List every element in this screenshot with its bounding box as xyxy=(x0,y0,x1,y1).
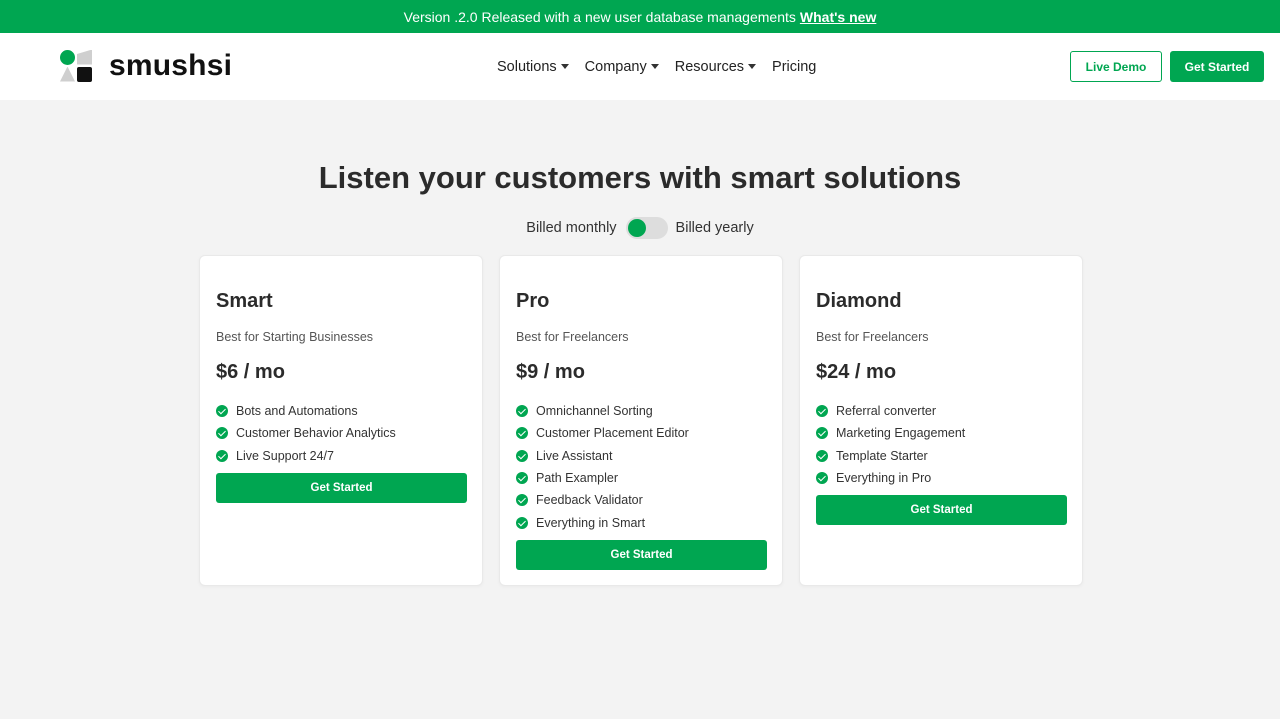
feature-item: Live Support 24/7 xyxy=(216,445,396,467)
caret-down-icon xyxy=(748,64,757,69)
feature-item: Everything in Smart xyxy=(516,511,689,533)
feature-item: Everything in Pro xyxy=(816,467,965,489)
plan-card-pro: Pro Best for Freelancers $9 / mo Omnicha… xyxy=(499,255,783,586)
nav-label: Solutions xyxy=(497,58,557,75)
feature-item: Referral converter xyxy=(816,400,965,422)
feature-label: Everything in Pro xyxy=(836,471,932,486)
plan-subtitle: Best for Freelancers xyxy=(816,330,929,344)
plan-price: $6 / mo xyxy=(216,361,285,383)
feature-label: Path Exampler xyxy=(536,471,618,486)
feature-item: Customer Behavior Analytics xyxy=(216,422,396,444)
plan-name: Pro xyxy=(516,290,550,312)
nav-label: Pricing xyxy=(772,58,817,75)
logo[interactable]: smushsi xyxy=(60,49,232,83)
brand-name: smushsi xyxy=(109,49,233,82)
feature-label: Omnichannel Sorting xyxy=(536,404,653,419)
toggle-knob xyxy=(627,219,646,237)
check-circle-icon xyxy=(816,427,828,440)
nav-pricing[interactable]: Pricing xyxy=(772,59,816,75)
plan-card-diamond: Diamond Best for Freelancers $24 / mo Re… xyxy=(799,255,1083,586)
feature-label: Live Support 24/7 xyxy=(236,448,334,463)
plan-price: $9 / mo xyxy=(516,361,585,383)
check-circle-icon xyxy=(516,427,528,440)
check-circle-icon xyxy=(516,405,528,418)
feature-label: Customer Behavior Analytics xyxy=(236,426,396,441)
pro-get-started-button[interactable]: Get Started xyxy=(516,540,767,570)
feature-item: Bots and Automations xyxy=(216,400,396,422)
plan-subtitle: Best for Freelancers xyxy=(516,330,629,344)
nav-label: Resources xyxy=(674,58,745,75)
check-circle-icon xyxy=(816,405,828,418)
nav-resources[interactable]: Resources xyxy=(674,58,757,75)
billing-toggle[interactable] xyxy=(625,217,668,239)
feature-label: Feedback Validator xyxy=(536,493,643,508)
plan-price: $24 / mo xyxy=(816,361,897,383)
check-circle-icon xyxy=(516,494,528,507)
feature-item: Feedback Validator xyxy=(516,489,689,511)
announcement-text: Version .2.0 Released with a new user da… xyxy=(403,8,796,25)
plan-name: Smart xyxy=(216,290,273,312)
billing-toggle-row: Billed monthly Billed yearly xyxy=(0,216,1280,240)
plan-name: Diamond xyxy=(816,290,902,312)
check-circle-icon xyxy=(216,427,228,440)
feature-item: Live Assistant xyxy=(516,445,689,467)
billed-yearly-label: Billed yearly xyxy=(675,220,754,236)
feature-item: Omnichannel Sorting xyxy=(516,400,689,422)
check-circle-icon xyxy=(816,472,828,485)
feature-item: Template Starter xyxy=(816,445,965,467)
whats-new-link[interactable]: What's new xyxy=(800,9,876,25)
check-circle-icon xyxy=(516,472,528,485)
check-circle-icon xyxy=(516,449,528,462)
billed-monthly-label: Billed monthly xyxy=(526,220,617,236)
nav-company[interactable]: Company xyxy=(585,59,659,75)
feature-item: Marketing Engagement xyxy=(816,422,965,444)
page-title: Listen your customers with smart solutio… xyxy=(318,160,962,195)
feature-label: Referral converter xyxy=(836,404,937,419)
check-circle-icon xyxy=(816,449,828,462)
feature-label: Live Assistant xyxy=(536,448,613,463)
feature-item: Customer Placement Editor xyxy=(516,422,689,444)
feature-list: Referral converter Marketing Engagement … xyxy=(816,400,965,489)
feature-list: Bots and Automations Customer Behavior A… xyxy=(216,400,396,467)
nav-label: Company xyxy=(584,58,647,75)
feature-label: Bots and Automations xyxy=(236,404,358,419)
diamond-get-started-button[interactable]: Get Started xyxy=(816,495,1067,525)
check-circle-icon xyxy=(216,405,228,418)
nav-solutions[interactable]: Solutions xyxy=(497,59,569,75)
check-circle-icon xyxy=(516,516,528,529)
site-header: smushsi Solutions Company Resources Pric… xyxy=(0,33,1280,100)
feature-label: Everything in Smart xyxy=(536,515,646,530)
feature-list: Omnichannel Sorting Customer Placement E… xyxy=(516,400,689,534)
caret-down-icon xyxy=(560,64,569,69)
main-nav: Solutions Company Resources Pricing xyxy=(497,33,832,100)
plan-card-smart: Smart Best for Starting Businesses $6 / … xyxy=(199,255,483,586)
announcement-bar: Version .2.0 Released with a new user da… xyxy=(0,0,1280,33)
smart-get-started-button[interactable]: Get Started xyxy=(216,473,467,503)
feature-label: Template Starter xyxy=(836,448,928,463)
feature-label: Customer Placement Editor xyxy=(536,426,689,441)
feature-label: Marketing Engagement xyxy=(836,426,966,441)
logo-mark-icon xyxy=(60,49,93,83)
header-get-started-button[interactable]: Get Started xyxy=(1170,51,1264,82)
caret-down-icon xyxy=(650,64,659,69)
check-circle-icon xyxy=(216,449,228,462)
feature-item: Path Exampler xyxy=(516,467,689,489)
live-demo-button[interactable]: Live Demo xyxy=(1070,51,1162,82)
plan-subtitle: Best for Starting Businesses xyxy=(216,330,374,344)
